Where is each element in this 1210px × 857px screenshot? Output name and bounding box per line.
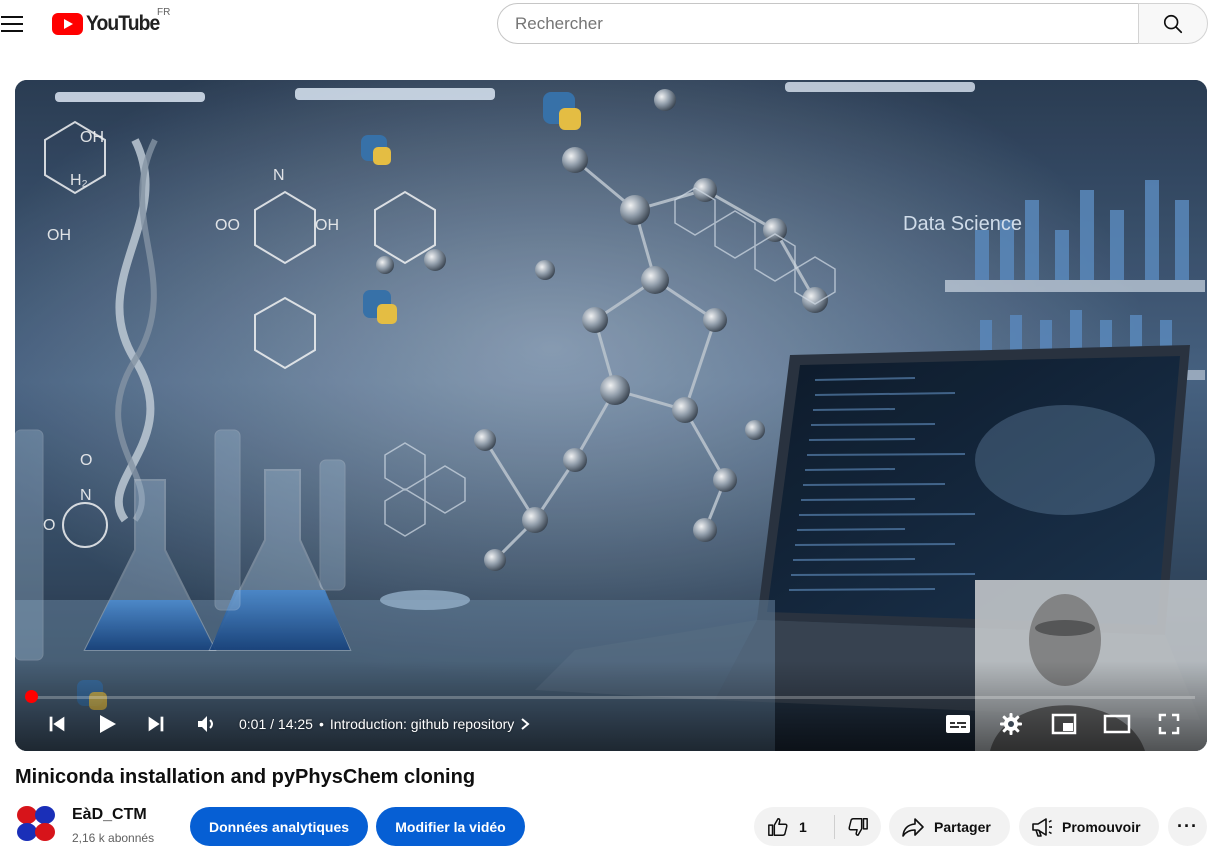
fullscreen-button[interactable] xyxy=(1153,708,1185,740)
fullscreen-icon xyxy=(1158,713,1180,735)
settings-icon xyxy=(1000,713,1022,735)
volume-icon xyxy=(198,716,213,732)
theater-mode-button[interactable] xyxy=(1100,708,1134,740)
more-icon: ··· xyxy=(1177,816,1198,836)
youtube-play-logo-icon xyxy=(52,13,83,35)
youtube-logo[interactable]: YouTube xyxy=(52,12,166,36)
video-thumbnail: Data Science OHH₂OH OO OHN ONO xyxy=(15,80,1207,751)
previous-button[interactable] xyxy=(41,708,73,740)
promote-button[interactable]: Promouvoir xyxy=(1019,807,1159,846)
like-button[interactable]: 1 xyxy=(754,807,834,846)
channel-name[interactable]: EàD_CTM xyxy=(72,806,147,824)
thumbs-down-icon xyxy=(848,817,868,836)
country-code: FR xyxy=(157,7,171,18)
subscriber-count: 2,16 k abonnés xyxy=(72,831,155,845)
play-icon xyxy=(100,715,116,733)
video-player[interactable]: Data Science OH H₂ OH OO OH N ONO 0:01 /… xyxy=(15,80,1207,751)
video-title: Miniconda installation and pyPhysChem cl… xyxy=(15,766,476,788)
share-label: Partager xyxy=(934,818,991,835)
menu-icon[interactable] xyxy=(0,10,28,38)
search-input[interactable] xyxy=(497,3,1139,44)
edit-video-button[interactable]: Modifier la vidéo xyxy=(376,807,525,846)
share-button[interactable]: Partager xyxy=(889,807,1010,846)
like-count: 1 xyxy=(799,818,807,835)
channel-avatar[interactable] xyxy=(15,802,57,844)
dislike-button[interactable] xyxy=(835,807,881,846)
progress-bar[interactable] xyxy=(27,696,1195,699)
like-dislike-group: 1 xyxy=(754,807,881,846)
next-icon xyxy=(148,716,164,732)
subtitles-icon xyxy=(946,715,970,733)
megaphone-icon xyxy=(1032,817,1052,837)
subtitles-button[interactable] xyxy=(942,708,974,740)
analytics-button[interactable]: Données analytiques xyxy=(190,807,368,846)
thumbs-up-icon xyxy=(768,817,788,836)
time-chapter-display: 0:01 / 14:25 • Introduction: github repo… xyxy=(239,716,530,732)
next-button[interactable] xyxy=(140,708,172,740)
volume-button[interactable] xyxy=(191,708,223,740)
chapter-title: Introduction: github repository xyxy=(329,716,515,732)
previous-icon xyxy=(49,716,65,732)
search-icon xyxy=(1163,14,1183,33)
logo-text: YouTube xyxy=(86,12,160,35)
play-button[interactable] xyxy=(91,708,123,740)
search-button[interactable] xyxy=(1138,3,1208,44)
miniplayer-button[interactable] xyxy=(1047,708,1081,740)
time-separator: • xyxy=(318,716,324,732)
promote-label: Promouvoir xyxy=(1062,818,1141,835)
masthead: YouTube FR xyxy=(0,0,1210,48)
share-icon xyxy=(902,817,924,837)
theater-icon xyxy=(1103,714,1131,734)
settings-button[interactable] xyxy=(995,708,1027,740)
miniplayer-icon xyxy=(1051,713,1077,735)
time-display: 0:01 / 14:25 xyxy=(239,716,313,732)
chapter-button[interactable]: Introduction: github repository xyxy=(330,716,530,732)
progress-scrubber[interactable] xyxy=(25,690,38,703)
more-actions-button[interactable]: ··· xyxy=(1168,807,1207,846)
chevron-right-icon xyxy=(521,718,530,730)
